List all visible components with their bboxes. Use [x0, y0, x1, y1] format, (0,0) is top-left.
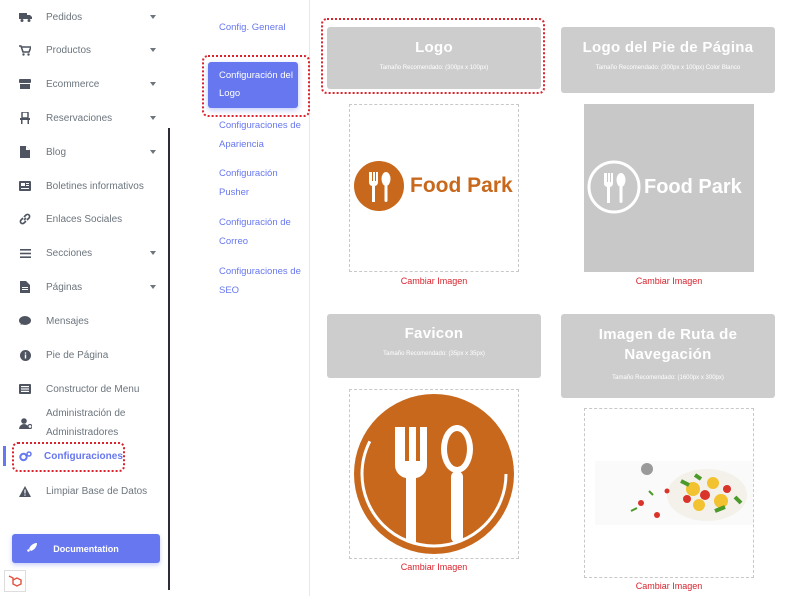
sidebar-item-label: Pie de Página	[46, 349, 109, 361]
sidebar-item-reservaciones[interactable]: Reservaciones	[0, 106, 168, 130]
sidebar-item-label: Boletines informativos	[46, 180, 144, 192]
sidebar-scrollbar[interactable]	[168, 128, 170, 590]
sidebar-item-label: Constructor de Menu	[46, 383, 140, 395]
sidebar-item-productos[interactable]: Productos	[0, 38, 168, 62]
sidebar-item-boletines[interactable]: Boletines informativos	[0, 174, 168, 198]
cart-icon	[18, 43, 32, 57]
change-footer-logo-link[interactable]: Cambiar Imagen	[584, 276, 754, 286]
logo-image-preview[interactable]: Food Park	[349, 104, 519, 272]
chevron-down-icon	[150, 82, 156, 86]
footer-logo-card-subtitle: Tamaño Recomendado: (300px x 100px) Colo…	[595, 65, 741, 71]
sidebar-item-label: Páginas	[46, 281, 83, 293]
settings-tab-correo[interactable]: Configuración de Correo	[219, 213, 309, 251]
chevron-down-icon	[150, 150, 156, 154]
breadcrumb-card-subtitle: Tamaño Recomendado: (1600px x 300px)	[612, 375, 724, 381]
settings-tab-seo[interactable]: Configuraciones de SEO	[219, 262, 309, 300]
warning-icon	[18, 484, 32, 498]
favicon-card-title: Favicon	[404, 325, 464, 342]
breadcrumb-card-header: Imagen de Ruta de Navegación Tamaño Reco…	[561, 314, 775, 398]
sidebar-item-limpiar-base[interactable]: Limpiar Base de Datos	[0, 479, 168, 503]
truck-icon	[18, 10, 32, 24]
sidebar-item-mensajes[interactable]: Mensajes	[0, 309, 168, 333]
sidebar-item-label: Productos	[46, 44, 92, 56]
settings-tab-apariencia[interactable]: Configuraciones de Apariencia	[219, 116, 309, 154]
page-icon	[18, 280, 32, 294]
sidebar-item-ecommerce[interactable]: Ecommerce	[0, 72, 168, 96]
sidebar-item-pedidos[interactable]: Pedidos	[0, 5, 168, 29]
store-icon	[18, 77, 32, 91]
sidebar-item-label: Ecommerce	[46, 78, 100, 90]
sidebar-item-enlaces-sociales[interactable]: Enlaces Sociales	[0, 207, 168, 231]
sidebar-item-label: Pedidos	[46, 11, 83, 23]
chevron-down-icon	[150, 15, 156, 19]
documentation-button[interactable]: Documentation	[12, 534, 160, 563]
sidebar-item-blog[interactable]: Blog	[0, 140, 168, 164]
settings-tab-pusher[interactable]: Configuración Pusher	[219, 164, 309, 202]
main-sidebar: Pedidos Productos Ecommerce Reservacione…	[0, 0, 170, 596]
favicon-logo-icon	[354, 394, 514, 554]
change-breadcrumb-link[interactable]: Cambiar Imagen	[584, 581, 754, 591]
highlight-logo-card	[321, 18, 545, 94]
sidebar-item-label: Secciones	[46, 247, 93, 259]
link-icon	[18, 212, 32, 226]
highlight-configuraciones	[12, 442, 125, 472]
footer-logo-card-title: Logo del Pie de Página	[582, 39, 754, 56]
footer-logo-image-preview[interactable]: Food Park	[584, 104, 754, 272]
food-park-white-logo-icon	[587, 160, 641, 214]
user-gear-icon	[18, 416, 32, 430]
sidebar-item-pie-de-pagina[interactable]: Pie de Página	[0, 343, 168, 367]
chevron-down-icon	[150, 251, 156, 255]
sidebar-item-label: Reservaciones	[46, 112, 113, 124]
favicon-card-header: Favicon Tamaño Recomendado: (35px x 35px…	[327, 314, 541, 378]
chevron-down-icon	[150, 48, 156, 52]
chat-icon	[18, 314, 32, 328]
rocket-icon	[26, 542, 38, 554]
newspaper-icon	[18, 179, 32, 193]
sidebar-item-label: Mensajes	[46, 315, 89, 327]
sidebar-item-paginas[interactable]: Páginas	[0, 275, 168, 299]
sidebar-item-secciones[interactable]: Secciones	[0, 241, 168, 265]
documentation-label: Documentation	[53, 543, 119, 554]
sidebar-item-label: Limpiar Base de Datos	[46, 485, 148, 497]
bars-icon	[18, 246, 32, 260]
breadcrumb-image-preview[interactable]	[584, 408, 754, 578]
chair-icon	[18, 111, 32, 125]
logo-brand-text: Food Park	[410, 174, 513, 197]
footer-logo-brand-text: Food Park	[644, 176, 742, 198]
footer-logo-card-header: Logo del Pie de Página Tamaño Recomendad…	[561, 27, 775, 93]
favicon-image-preview[interactable]	[349, 389, 519, 559]
change-favicon-link[interactable]: Cambiar Imagen	[349, 562, 519, 572]
chevron-down-icon	[150, 285, 156, 289]
list-icon	[18, 382, 32, 396]
change-logo-link[interactable]: Cambiar Imagen	[349, 276, 519, 286]
sidebar-item-label: Administración de Administradores	[46, 408, 126, 438]
info-icon	[18, 348, 32, 362]
sidebar-item-administradores[interactable]: Administración de Administradores	[0, 404, 168, 444]
favicon-card-subtitle: Tamaño Recomendado: (35px x 35px)	[383, 351, 485, 357]
food-park-logo-icon	[354, 161, 404, 211]
chevron-down-icon	[150, 116, 156, 120]
sidebar-item-constructor-menu[interactable]: Constructor de Menu	[0, 377, 168, 401]
sidebar-item-label: Blog	[46, 146, 67, 158]
sidebar-item-label: Enlaces Sociales	[46, 213, 123, 225]
highlight-logo-tab	[202, 55, 310, 117]
file-icon	[18, 145, 32, 159]
salad-photo	[595, 461, 753, 525]
settings-tab-general[interactable]: Config. General	[219, 18, 309, 37]
breadcrumb-card-title: Imagen de Ruta de Navegación	[598, 326, 738, 363]
laravel-logo-icon	[4, 570, 26, 592]
